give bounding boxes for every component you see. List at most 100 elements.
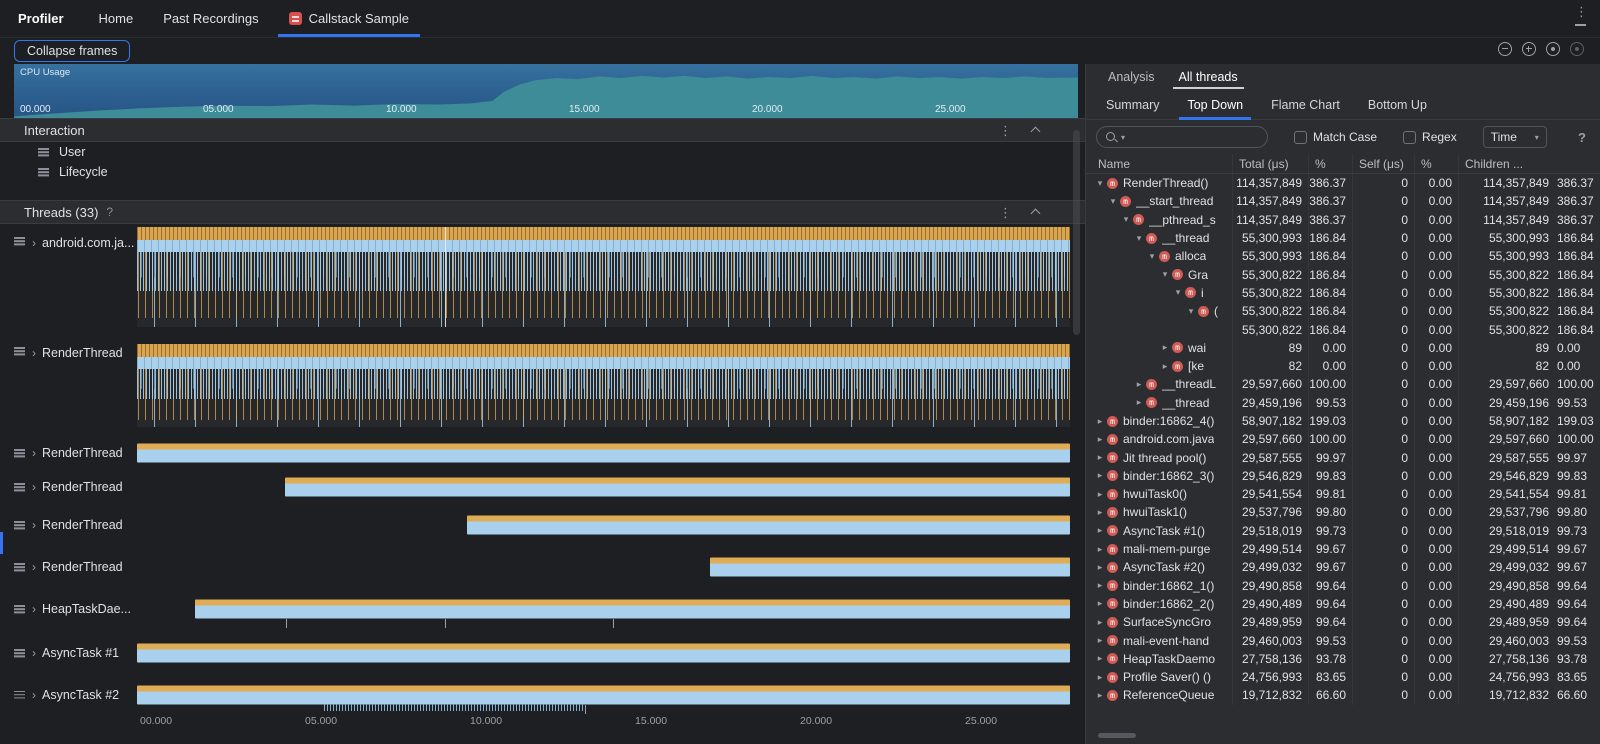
table-row[interactable]: ▸mbinder:16862_3()29,546,82999.8300.0029… [1086, 467, 1600, 485]
titlebar-tab-home[interactable]: Home [84, 0, 149, 37]
table-row[interactable]: ▸mbinder:16862_2()29,490,48999.6400.0029… [1086, 595, 1600, 613]
expand-chevron-icon[interactable]: › [32, 688, 36, 702]
subtab-top-down[interactable]: Top Down [1177, 90, 1253, 119]
analysis-tab-analysis[interactable]: Analysis [1098, 64, 1165, 90]
table-row[interactable]: ▾m__start_thread114,357,849386.3700.0011… [1086, 192, 1600, 210]
table-row[interactable]: ▾mGra55,300,822186.8400.0055,300,822186.… [1086, 265, 1600, 283]
chevron-right-icon[interactable]: ▸ [1133, 397, 1145, 408]
chevron-right-icon[interactable]: ▸ [1094, 470, 1106, 481]
thread-label[interactable]: ›HeapTaskDae... [0, 588, 137, 630]
chevron-down-icon[interactable]: ▾ [1146, 251, 1158, 262]
match-case-checkbox[interactable] [1294, 131, 1307, 144]
expand-chevron-icon[interactable]: › [32, 346, 36, 360]
table-row[interactable]: ▸mandroid.com.java29,597,660100.0000.002… [1086, 430, 1600, 448]
chevron-right-icon[interactable]: ▸ [1094, 672, 1106, 683]
titlebar-tab-past-recordings[interactable]: Past Recordings [148, 0, 273, 37]
expand-chevron-icon[interactable]: › [32, 446, 36, 460]
table-row[interactable]: ▸m__thread29,459,19699.5300.0029,459,196… [1086, 394, 1600, 412]
thread-track[interactable] [137, 224, 1070, 334]
search-input[interactable]: ▾ [1096, 126, 1268, 148]
reset-zoom-icon[interactable] [1546, 42, 1560, 56]
chevron-right-icon[interactable]: ▸ [1094, 653, 1106, 664]
chevron-right-icon[interactable]: ▸ [1133, 379, 1145, 390]
chevron-right-icon[interactable]: ▸ [1094, 525, 1106, 536]
threads-help-icon[interactable]: ? [106, 205, 113, 219]
thread-track[interactable] [137, 504, 1070, 546]
zoom-out-icon[interactable] [1498, 42, 1512, 56]
chevron-down-icon[interactable]: ▾ [1094, 178, 1106, 189]
expand-chevron-icon[interactable]: › [32, 602, 36, 616]
chevron-right-icon[interactable]: ▸ [1094, 489, 1106, 500]
table-row[interactable]: ▸mAsyncTask #1()29,518,01999.7300.0029,5… [1086, 522, 1600, 540]
more-options-icon[interactable]: ⋮ [1575, 5, 1588, 18]
thread-track[interactable] [137, 436, 1070, 470]
chevron-right-icon[interactable]: ▸ [1094, 598, 1106, 609]
thread-track[interactable] [137, 588, 1070, 630]
table-row[interactable]: ▸mbinder:16862_4()58,907,182199.0300.005… [1086, 412, 1600, 430]
table-row[interactable]: ▾m(55,300,822186.8400.0055,300,822186.84 [1086, 302, 1600, 320]
right-horizontal-scrollbar[interactable] [1098, 733, 1136, 738]
expand-chevron-icon[interactable]: › [32, 480, 36, 494]
expand-chevron-icon[interactable]: › [32, 560, 36, 574]
chevron-right-icon[interactable]: ▸ [1094, 690, 1106, 701]
table-row[interactable]: ▸mReferenceQueue19,712,83266.6000.0019,7… [1086, 686, 1600, 704]
table-row[interactable]: ▸mwai890.0000.00890.00 [1086, 339, 1600, 357]
table-row[interactable]: ▸mJit thread pool()29,587,55599.9700.002… [1086, 448, 1600, 466]
expand-chevron-icon[interactable]: › [32, 236, 36, 250]
thread-label[interactable]: ›RenderThread [0, 470, 137, 504]
minimize-icon[interactable] [1575, 24, 1586, 26]
thread-track[interactable] [137, 334, 1070, 436]
table-row[interactable]: ▾mRenderThread()114,357,849386.3700.0011… [1086, 174, 1600, 192]
chevron-down-icon[interactable]: ▾ [1172, 287, 1184, 298]
thread-label[interactable]: ›RenderThread [0, 334, 137, 436]
chevron-right-icon[interactable]: ▸ [1094, 635, 1106, 646]
table-row[interactable]: ▾mi55,300,822186.8400.0055,300,822186.84 [1086, 284, 1600, 302]
table-row[interactable]: ▸mHeapTaskDaemo27,758,13693.7800.0027,75… [1086, 650, 1600, 668]
column-header[interactable]: Self (μs) [1352, 154, 1414, 173]
collapse-frames-button[interactable]: Collapse frames [14, 40, 130, 62]
chevron-right-icon[interactable]: ▸ [1159, 342, 1171, 353]
chevron-down-icon[interactable]: ▾ [1159, 269, 1171, 280]
interaction-row-lifecycle[interactable]: Lifecycle [0, 162, 1085, 182]
interaction-section-header[interactable]: Interaction ⋮ [0, 118, 1085, 142]
chevron-right-icon[interactable]: ▸ [1094, 562, 1106, 573]
table-row[interactable]: ▸mSurfaceSyncGro29,489,95999.6400.0029,4… [1086, 613, 1600, 631]
chevron-right-icon[interactable]: ▸ [1094, 617, 1106, 628]
table-row[interactable]: ▸mhwuiTask0()29,541,55499.8100.0029,541,… [1086, 485, 1600, 503]
zoom-to-selection-icon[interactable] [1570, 42, 1584, 56]
column-header[interactable]: Children ... [1458, 154, 1600, 173]
expand-chevron-icon[interactable]: › [32, 646, 36, 660]
table-row[interactable]: ▸m[ke820.0000.00820.00 [1086, 357, 1600, 375]
table-row[interactable]: ▸mProfile Saver() ()24,756,99383.6500.00… [1086, 668, 1600, 686]
thread-label[interactable]: ›RenderThread [0, 546, 137, 588]
table-row[interactable]: ▸mmali-mem-purge29,499,51499.6700.0029,4… [1086, 540, 1600, 558]
table-header[interactable]: NameTotal (μs)%Self (μs)%Children ... [1086, 154, 1600, 174]
analysis-tab-all-threads[interactable]: All threads [1169, 64, 1248, 90]
chevron-down-icon[interactable]: ▾ [1185, 306, 1197, 317]
subtab-flame-chart[interactable]: Flame Chart [1261, 90, 1350, 119]
expand-chevron-icon[interactable]: › [32, 518, 36, 532]
thread-track[interactable] [137, 470, 1070, 504]
thread-label[interactable]: ›AsyncTask #1 [0, 630, 137, 676]
titlebar-tab-callstack-sample[interactable]: Callstack Sample [274, 0, 424, 37]
cpu-usage-track[interactable]: CPU Usage 00.00005.00010.00015.00020.000… [14, 64, 1078, 118]
match-case-option[interactable]: Match Case [1294, 130, 1377, 144]
thread-label[interactable]: ›RenderThread [0, 504, 137, 546]
chevron-right-icon[interactable]: ▸ [1094, 434, 1106, 445]
chevron-right-icon[interactable]: ▸ [1094, 507, 1106, 518]
thread-track[interactable] [137, 676, 1070, 713]
subtab-bottom-up[interactable]: Bottom Up [1358, 90, 1437, 119]
chevron-down-icon[interactable]: ▾ [1133, 233, 1145, 244]
table-row[interactable]: ▸mbinder:16862_1()29,490,85899.6400.0029… [1086, 577, 1600, 595]
thread-track[interactable] [137, 630, 1070, 676]
help-icon[interactable]: ? [1578, 130, 1586, 145]
thread-label[interactable]: ›AsyncTask #2 [0, 676, 137, 713]
search-history-chevron-icon[interactable]: ▾ [1121, 133, 1125, 142]
interaction-collapse-icon[interactable] [1031, 127, 1041, 137]
interaction-row-user[interactable]: User [0, 142, 1085, 162]
threads-collapse-icon[interactable] [1031, 209, 1041, 219]
chevron-right-icon[interactable]: ▸ [1094, 452, 1106, 463]
subtab-summary[interactable]: Summary [1096, 90, 1169, 119]
chevron-down-icon[interactable]: ▾ [1107, 196, 1119, 207]
table-row[interactable]: ▸m__threadL29,597,660100.0000.0029,597,6… [1086, 375, 1600, 393]
